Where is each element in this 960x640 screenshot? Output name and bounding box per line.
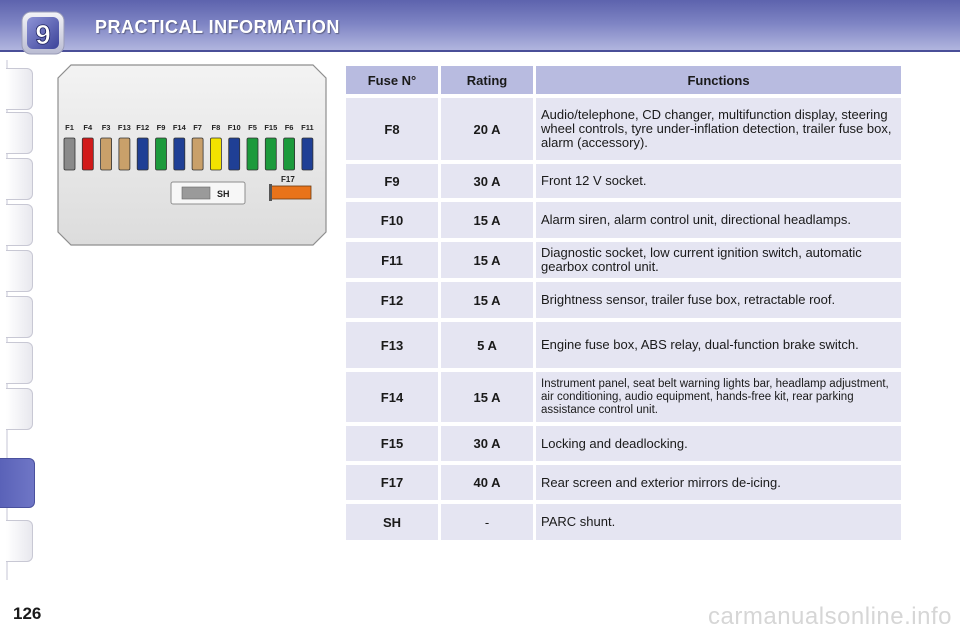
fuse-cell: F17 <box>346 465 438 500</box>
fuse-cell: F10 <box>346 202 438 238</box>
functions-cell: Audio/telephone, CD changer, multifuncti… <box>536 98 901 160</box>
fuse-body-f5 <box>246 137 259 171</box>
table-row: F15 30 A Locking and deadlocking. <box>346 426 901 461</box>
watermark: carmanualsonline.info <box>708 603 952 630</box>
fuse-box-diagram: F1 F4 F3 F13 F12 F9 F14 F7 F8 F10 F5 F15 F6 F11 SH F1… <box>57 64 327 246</box>
fuse-cell: F9 <box>346 164 438 198</box>
fuse-label-f3: F3 <box>102 123 111 132</box>
fuse-body-f9 <box>155 137 167 171</box>
chapter-tab-1[interactable] <box>6 68 33 110</box>
fuse-cell: F12 <box>346 282 438 318</box>
fuse-cell: F8 <box>346 98 438 160</box>
fuse-label-f10: F10 <box>228 123 241 132</box>
header-fuse-number: Fuse N° <box>346 66 438 94</box>
fuse-f17-label: F17 <box>281 175 295 184</box>
rating-cell: 40 A <box>441 465 533 500</box>
functions-cell: Brightness sensor, trailer fuse box, ret… <box>536 282 901 318</box>
table-row: F13 5 A Engine fuse box, ABS relay, dual… <box>346 322 901 368</box>
rating-cell: 15 A <box>441 372 533 422</box>
functions-cell: Instrument panel, seat belt warning ligh… <box>536 372 901 422</box>
fuse-f17-terminal <box>269 184 272 201</box>
table-row: F12 15 A Brightness sensor, trailer fuse… <box>346 282 901 318</box>
fuse-body-f11 <box>301 137 314 171</box>
functions-cell: Diagnostic socket, low current ignition … <box>536 242 901 278</box>
fuse-label-f12: F12 <box>136 123 149 132</box>
fuse-body-f6 <box>283 137 296 171</box>
fuse-body-f1 <box>63 137 76 171</box>
fuse-label-f15: F15 <box>264 123 277 132</box>
rating-cell: 15 A <box>441 202 533 238</box>
fuse-body-f4 <box>81 137 94 171</box>
rating-cell: 15 A <box>441 282 533 318</box>
fuse-label-f4: F4 <box>83 123 93 132</box>
fuse-body-f12 <box>136 137 149 171</box>
chapter-tab-3[interactable] <box>6 158 33 200</box>
chapter-tab-8[interactable] <box>6 388 33 430</box>
table-row: F9 30 A Front 12 V socket. <box>346 164 901 198</box>
fuse-label-f11: F11 <box>301 123 314 132</box>
table-row: F10 15 A Alarm siren, alarm control unit… <box>346 202 901 238</box>
chapter-tab-10[interactable] <box>6 520 33 562</box>
chapter-number: 9 <box>35 19 51 50</box>
fuse-body-f7 <box>191 137 204 171</box>
fuse-label-f1: F1 <box>65 123 74 132</box>
header-functions: Functions <box>536 66 901 94</box>
chapter-tab-4[interactable] <box>6 204 33 246</box>
fuse-label-f5: F5 <box>248 123 257 132</box>
fuse-body-f8 <box>209 137 222 171</box>
fuse-f17-body <box>270 185 312 200</box>
rating-cell: 30 A <box>441 164 533 198</box>
chapter-tab-6[interactable] <box>6 296 33 338</box>
functions-cell: Locking and deadlocking. <box>536 426 901 461</box>
header-divider <box>0 50 960 52</box>
functions-cell: Engine fuse box, ABS relay, dual-functio… <box>536 322 901 368</box>
fuse-table: Fuse N° Rating Functions F8 20 A Audio/t… <box>343 62 904 544</box>
header-rating: Rating <box>441 66 533 94</box>
chapter-tab-7[interactable] <box>6 342 33 384</box>
table-row: F14 15 A Instrument panel, seat belt war… <box>346 372 901 422</box>
chapter-tab-2[interactable] <box>6 112 33 154</box>
rating-cell: 30 A <box>441 426 533 461</box>
rating-cell: 15 A <box>441 242 533 278</box>
fuse-label-f7: F7 <box>193 123 202 132</box>
chapter-tab-5[interactable] <box>6 250 33 292</box>
fuse-label-f9: F9 <box>157 123 166 132</box>
fuse-label-f13: F13 <box>118 123 131 132</box>
shunt-label: SH <box>217 189 230 199</box>
fuse-body-f15 <box>264 137 277 171</box>
fuse-label-f8: F8 <box>212 123 221 132</box>
fuse-cell: F15 <box>346 426 438 461</box>
fuse-body-f14 <box>173 137 186 171</box>
chapter-tab-9-active[interactable] <box>0 458 35 508</box>
table-row: F11 15 A Diagnostic socket, low current … <box>346 242 901 278</box>
functions-cell: Front 12 V socket. <box>536 164 901 198</box>
table-header-row: Fuse N° Rating Functions <box>346 66 901 94</box>
fuse-cell: F11 <box>346 242 438 278</box>
fuse-cell: F14 <box>346 372 438 422</box>
fuse-cell: SH <box>346 504 438 540</box>
page-number: 126 <box>13 604 42 623</box>
fuse-label-f14: F14 <box>173 123 187 132</box>
fuse-body-f10 <box>228 137 241 171</box>
fuse-label-f6: F6 <box>285 123 294 132</box>
rating-cell: - <box>441 504 533 540</box>
table-row: F17 40 A Rear screen and exterior mirror… <box>346 465 901 500</box>
rating-cell: 20 A <box>441 98 533 160</box>
table-row: F8 20 A Audio/telephone, CD changer, mul… <box>346 98 901 160</box>
table-row: SH - PARC shunt. <box>346 504 901 540</box>
rating-cell: 5 A <box>441 322 533 368</box>
page-title: PRACTICAL INFORMATION <box>95 17 340 37</box>
chapter-badge: 9 <box>20 10 66 56</box>
fuse-body-f13 <box>118 137 131 171</box>
functions-cell: Alarm siren, alarm control unit, directi… <box>536 202 901 238</box>
fuse-body-f3 <box>100 137 112 171</box>
functions-cell: PARC shunt. <box>536 504 901 540</box>
shunt-body <box>181 186 211 200</box>
fuse-cell: F13 <box>346 322 438 368</box>
functions-cell: Rear screen and exterior mirrors de-icin… <box>536 465 901 500</box>
